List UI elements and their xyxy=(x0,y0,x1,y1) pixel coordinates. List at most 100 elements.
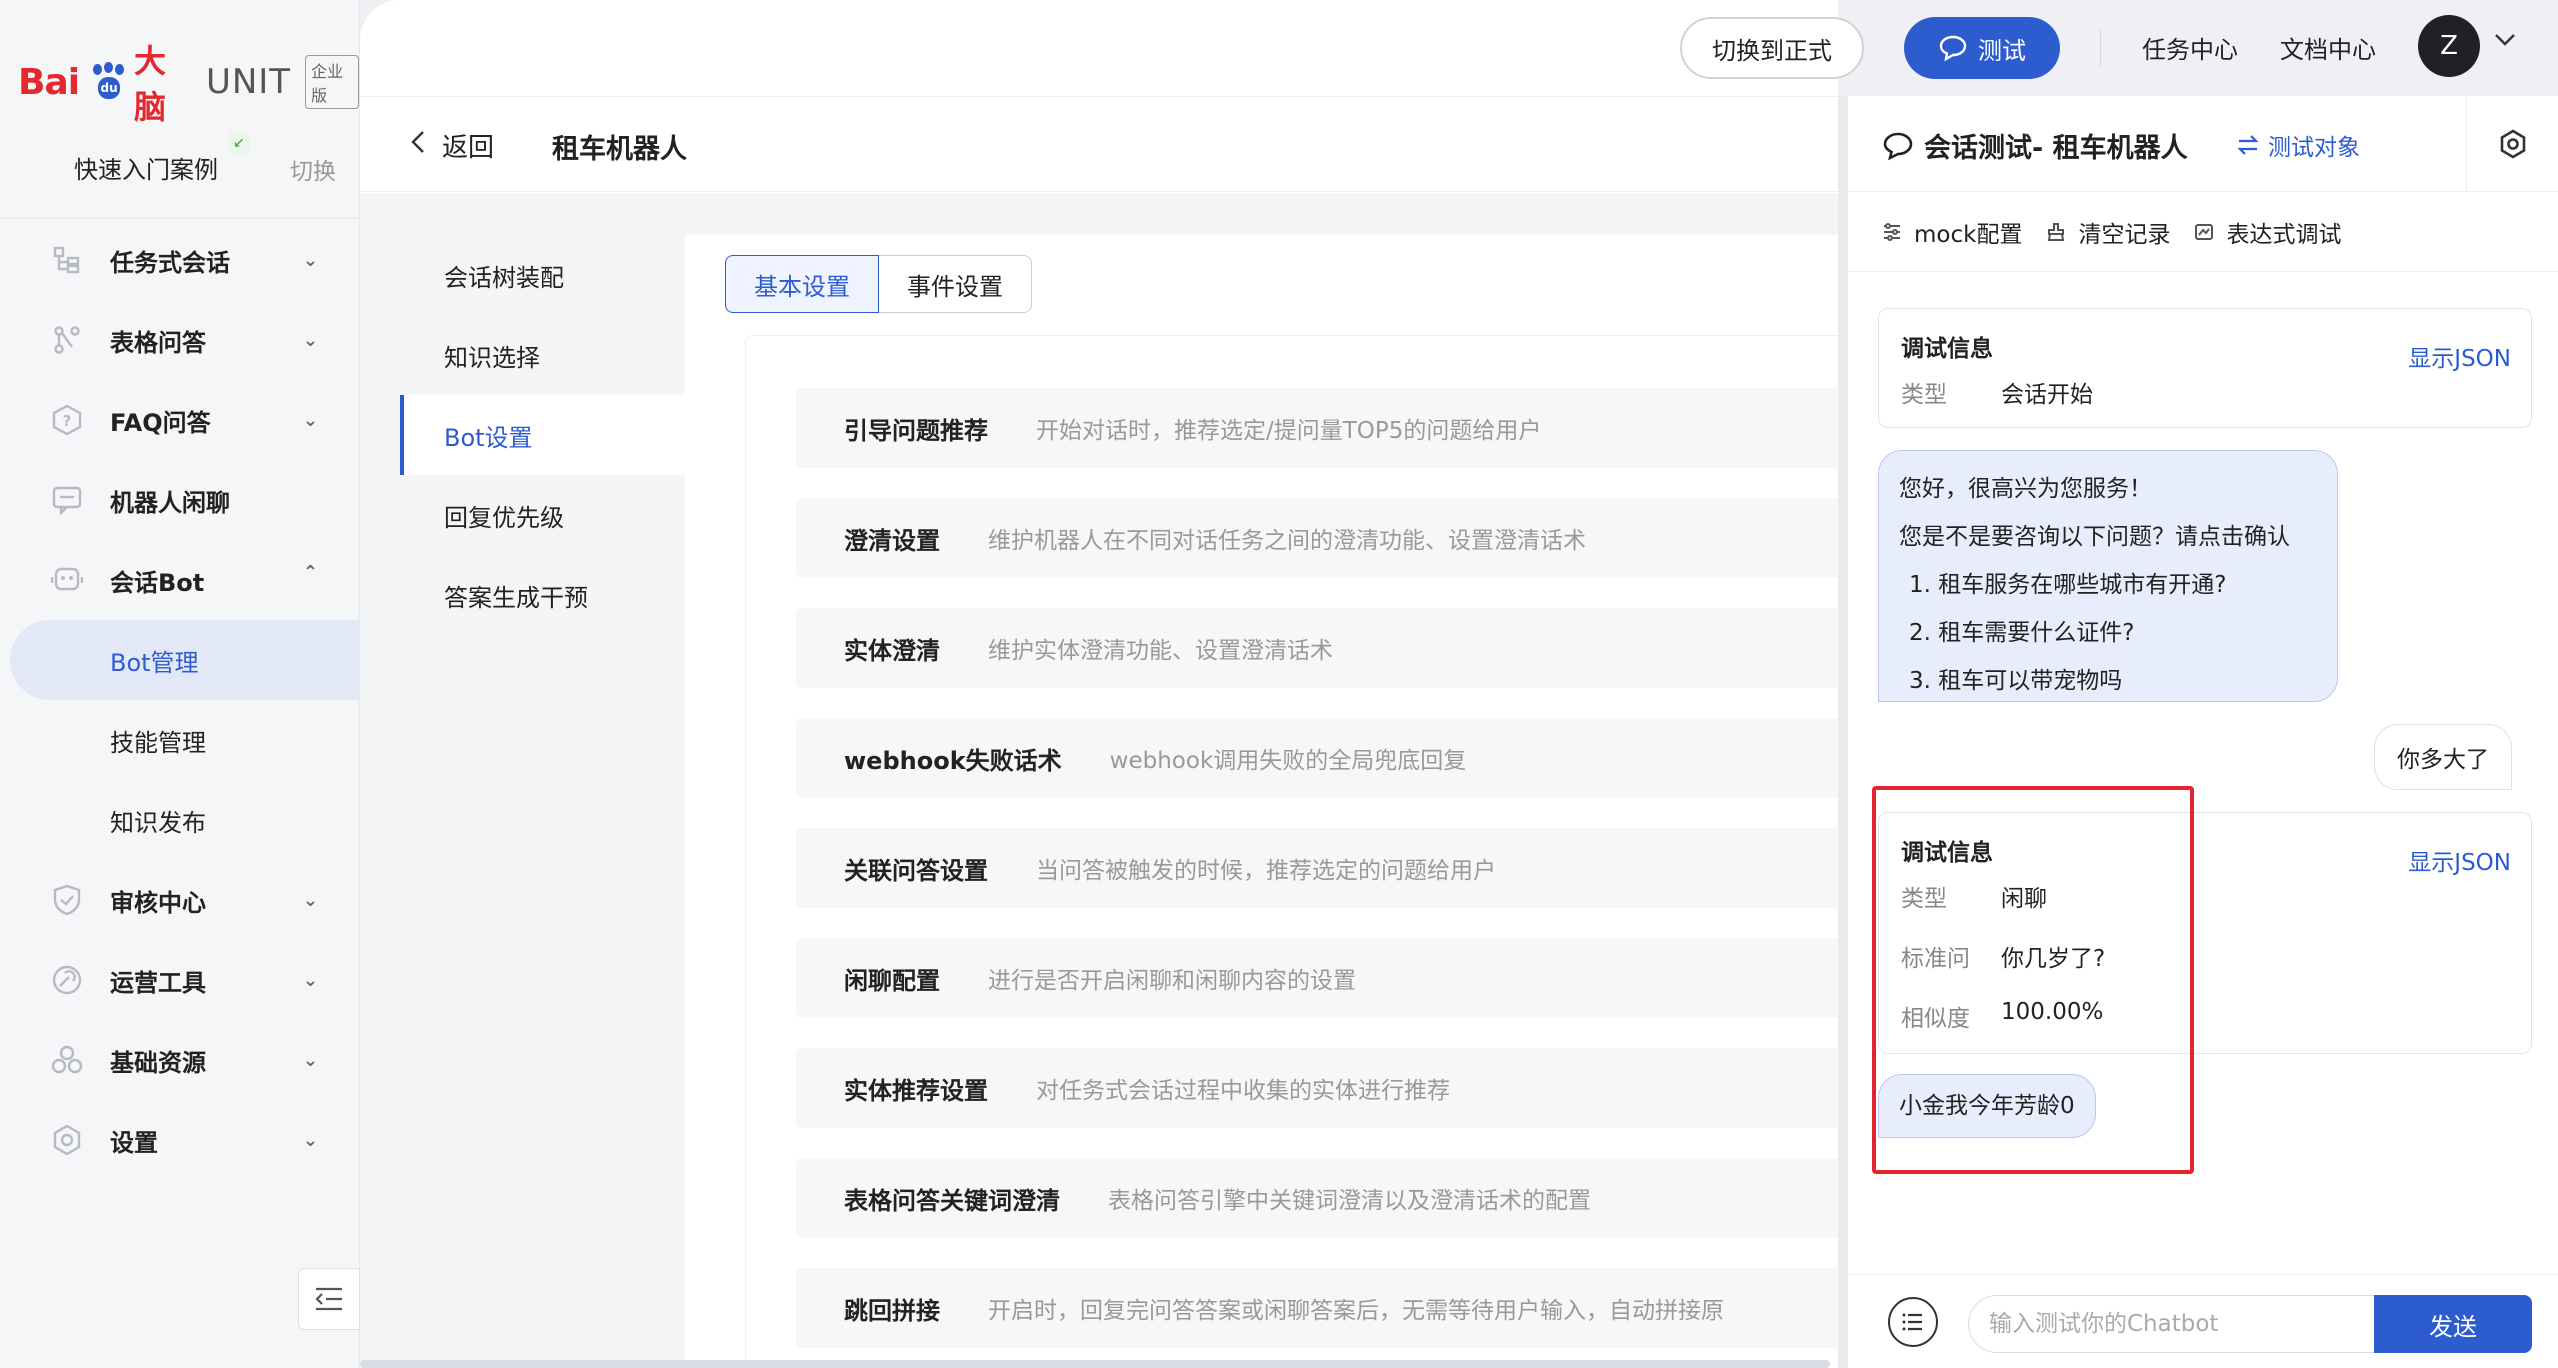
sidebar-item-label: FAQ问答 xyxy=(110,408,211,437)
sidebar-item-base-resources[interactable]: 基础资源 ⌄ xyxy=(0,1020,360,1100)
chat-panel-title: 会话测试- 租车机器人 xyxy=(1882,126,2188,165)
list-icon xyxy=(1902,1313,1922,1331)
sidebar-item-label: 运营工具 xyxy=(110,968,206,997)
debug-info-card: 调试信息 显示JSON 类型 闲聊 标准问 你几岁了? 相似度 100.00% xyxy=(1878,812,2532,1054)
gear-icon xyxy=(2500,129,2525,159)
sidebar-item-label: 审核中心 xyxy=(110,888,206,917)
sidebar-item-label: 表格问答 xyxy=(110,328,206,357)
setting-row-entity-recommend[interactable]: 实体推荐设置 对任务式会话过程中收集的实体进行推荐 xyxy=(796,1048,1839,1128)
setting-row-webhook-fail[interactable]: webhook失败话术 webhook调用失败的全局兜底回复 xyxy=(796,718,1839,798)
setting-row-related-qa[interactable]: 关联问答设置 当问答被触发的时候，推荐选定的问题给用户 xyxy=(796,828,1839,908)
setting-desc: webhook调用失败的全局兜底回复 xyxy=(1109,748,1467,774)
setting-desc: 当问答被触发的时候，推荐选定的问题给用户 xyxy=(1036,858,1496,884)
suggested-question[interactable]: 1. 租车服务在哪些城市有开通? xyxy=(1899,561,2317,609)
tab-event-settings[interactable]: 事件设置 xyxy=(879,255,1032,313)
sidebar-item-review-center[interactable]: 审核中心 ⌄ xyxy=(0,860,360,940)
test-button[interactable]: 测试 xyxy=(1904,17,2060,79)
sidebar-item-table-qa[interactable]: 表格问答 ⌄ xyxy=(0,300,360,380)
bot-icon xyxy=(50,563,84,597)
subnav-knowledge-select[interactable]: 知识选择 xyxy=(400,315,685,395)
setting-row-guide-question[interactable]: 引导问题推荐 开始对话时，推荐选定/提问量TOP5的问题给用户 xyxy=(796,388,1839,468)
suggested-question[interactable]: 2. 租车需要什么证件? xyxy=(1899,609,2317,657)
content-area: 会话树装配 知识选择 Bot设置 回复优先级 答案生成干预 基本设置 事件设置 … xyxy=(360,193,1839,1368)
setting-row-entity-clarify[interactable]: 实体澄清 维护实体澄清功能、设置澄清话术 xyxy=(796,608,1839,688)
suggested-question[interactable]: 3. 租车可以带宠物吗 xyxy=(1899,657,2317,705)
test-target-button[interactable]: 测试对象 xyxy=(2236,128,2360,162)
tools-icon xyxy=(50,963,84,997)
sidebar-subitem-skill-management[interactable]: 技能管理 xyxy=(0,700,360,780)
sidebar-item-faq[interactable]: ? FAQ问答 ⌄ xyxy=(0,380,360,460)
tab-basic-settings[interactable]: 基本设置 xyxy=(725,255,879,313)
shield-icon xyxy=(50,883,84,917)
sidebar-item-label: 设置 xyxy=(110,1128,158,1157)
back-button[interactable]: 返回 xyxy=(410,127,494,164)
swap-icon xyxy=(2237,135,2259,155)
chat-settings-button[interactable] xyxy=(2466,96,2558,192)
setting-desc: 维护实体澄清功能、设置澄清话术 xyxy=(988,638,1333,664)
send-button[interactable]: 发送 xyxy=(2374,1295,2532,1353)
debug-row-type: 类型 闲聊 xyxy=(1901,879,2047,913)
setting-name: 引导问题推荐 xyxy=(844,416,988,445)
setting-name: webhook失败话术 xyxy=(844,746,1062,775)
settings-list: 引导问题推荐 开始对话时，推荐选定/提问量TOP5的问题给用户 澄清设置 维护机… xyxy=(745,335,1839,1368)
chat-input[interactable] xyxy=(1968,1295,2374,1353)
horizontal-scrollbar[interactable] xyxy=(360,1360,1830,1368)
sidebar-item-label: 机器人闲聊 xyxy=(110,488,230,517)
setting-name: 实体推荐设置 xyxy=(844,1076,988,1105)
chat-panel-title-text: 会话测试- 租车机器人 xyxy=(1924,133,2188,164)
setting-desc: 开启时，回复完问答答案或闲聊答案后，无需等待用户输入，自动拼接原 xyxy=(988,1298,1724,1324)
sidebar-item-settings[interactable]: 设置 ⌄ xyxy=(0,1100,360,1180)
sidebar-item-dialog-bot[interactable]: 会话Bot ⌃ xyxy=(0,540,360,620)
task-center-link[interactable]: 任务中心 xyxy=(2142,30,2238,65)
debug-key: 类型 xyxy=(1901,382,1947,408)
sidebar-item-chitchat[interactable]: 机器人闲聊 xyxy=(0,460,360,540)
sidebar-item-ops-tools[interactable]: 运营工具 ⌄ xyxy=(0,940,360,1020)
logo-brain: 大脑 xyxy=(134,42,167,126)
sidebar-subitem-bot-management[interactable]: Bot管理 xyxy=(10,620,360,700)
sidebar-item-task-dialog[interactable]: 任务式会话 ⌄ xyxy=(0,220,360,300)
expression-debug-button[interactable]: 表达式调试 xyxy=(2194,215,2341,249)
clear-records-button[interactable]: 清空记录 xyxy=(2046,215,2170,249)
chat-panel-header: 会话测试- 租车机器人 测试对象 xyxy=(1848,96,2558,192)
sliders-icon xyxy=(1884,222,1900,241)
debug-value: 100.00% xyxy=(2001,999,2104,1025)
test-button-label: 测试 xyxy=(1978,36,2026,65)
setting-desc: 开始对话时，推荐选定/提问量TOP5的问题给用户 xyxy=(1036,418,1542,444)
avatar[interactable]: Z xyxy=(2418,15,2480,77)
collapse-sidebar-button[interactable] xyxy=(298,1268,360,1330)
setting-row-clarify[interactable]: 澄清设置 维护机器人在不同对话任务之间的澄清功能、设置澄清话术 xyxy=(796,498,1839,578)
menu-button[interactable] xyxy=(1888,1297,1938,1347)
quick-start-link[interactable]: 快速入门案例 xyxy=(74,150,218,185)
settings-tabs: 基本设置 事件设置 xyxy=(725,255,1032,313)
setting-desc: 维护机器人在不同对话任务之间的澄清功能、设置澄清话术 xyxy=(988,528,1586,554)
user-message: 你多大了 xyxy=(2374,724,2512,790)
switch-link[interactable]: 切换 xyxy=(290,152,336,186)
switch-to-production-button[interactable]: 切换到正式 xyxy=(1680,17,1864,79)
setting-desc: 对任务式会话过程中收集的实体进行推荐 xyxy=(1036,1078,1450,1104)
show-json-link[interactable]: 显示JSON xyxy=(2408,843,2511,877)
chat-toolbar: mock配置 清空记录 表达式调试 xyxy=(1848,192,2558,272)
subnav-bot-settings[interactable]: Bot设置 xyxy=(400,395,685,475)
sidebar-subitem-knowledge-publish[interactable]: 知识发布 xyxy=(0,780,360,860)
chevron-down-icon[interactable] xyxy=(2494,28,2516,53)
baidu-unit-logo[interactable]: Bai du 大脑 UNIT 企业版 xyxy=(18,42,359,126)
chevron-down-icon: ⌄ xyxy=(302,889,318,911)
show-json-link[interactable]: 显示JSON xyxy=(2408,339,2511,373)
setting-row-chitchat-config[interactable]: 闲聊配置 进行是否开启闲聊和闲聊内容的设置 xyxy=(796,938,1839,1018)
subnav-reply-priority[interactable]: 回复优先级 xyxy=(400,475,685,555)
doc-center-link[interactable]: 文档中心 xyxy=(2280,30,2376,65)
subnav-dialog-tree[interactable]: 会话树装配 xyxy=(400,235,685,315)
back-label: 返回 xyxy=(442,133,495,163)
subnav-answer-intervention[interactable]: 答案生成干预 xyxy=(400,555,685,635)
chevron-down-icon: ⌄ xyxy=(302,969,318,991)
setting-row-table-keyword-clarify[interactable]: 表格问答关键词澄清 表格问答引擎中关键词澄清以及澄清话术的配置 xyxy=(796,1158,1839,1238)
mock-config-button[interactable]: mock配置 xyxy=(1882,215,2022,249)
chat-test-panel: 会话测试- 租车机器人 测试对象 mock配置 清空记录 表达式调试 调试信息 … xyxy=(1838,96,2558,1368)
page-title: 租车机器人 xyxy=(552,134,687,165)
setting-row-jump-back[interactable]: 跳回拼接 开启时，回复完问答答案或闲聊答案后，无需等待用户输入，自动拼接原 xyxy=(796,1268,1839,1348)
debug-row-similarity: 相似度 100.00% xyxy=(1901,999,2103,1033)
setting-name: 实体澄清 xyxy=(844,636,940,665)
chevron-down-icon: ⌄ xyxy=(302,1049,318,1071)
sidebar: Bai du 大脑 UNIT 企业版 快速入门案例 ↙ 切换 任务式会话 ⌄ 表… xyxy=(0,0,360,1368)
chevron-down-icon: ⌄ xyxy=(302,409,318,431)
